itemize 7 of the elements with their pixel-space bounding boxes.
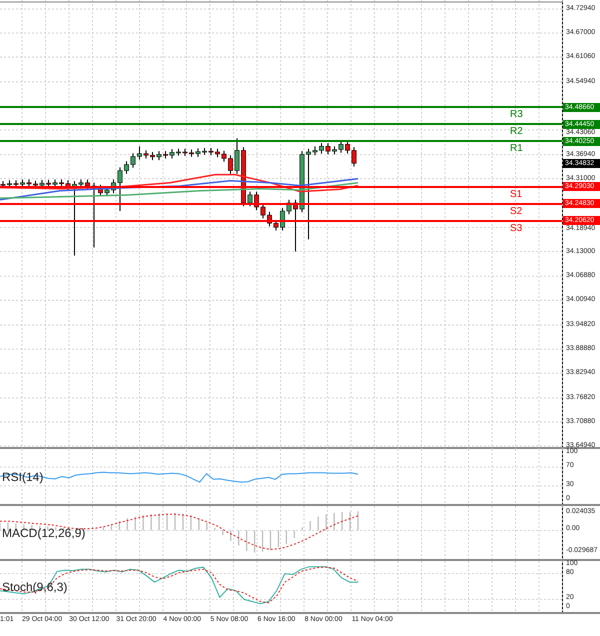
level-label: S1 <box>510 188 522 201</box>
level-label: R2 <box>510 126 523 138</box>
level-label: S2 <box>510 206 522 218</box>
level-label: S3 <box>510 222 522 235</box>
level-label: R3 <box>510 109 523 122</box>
indicator-name: MACD(12,26,9) <box>2 526 86 540</box>
level-label: R1 <box>510 143 523 156</box>
